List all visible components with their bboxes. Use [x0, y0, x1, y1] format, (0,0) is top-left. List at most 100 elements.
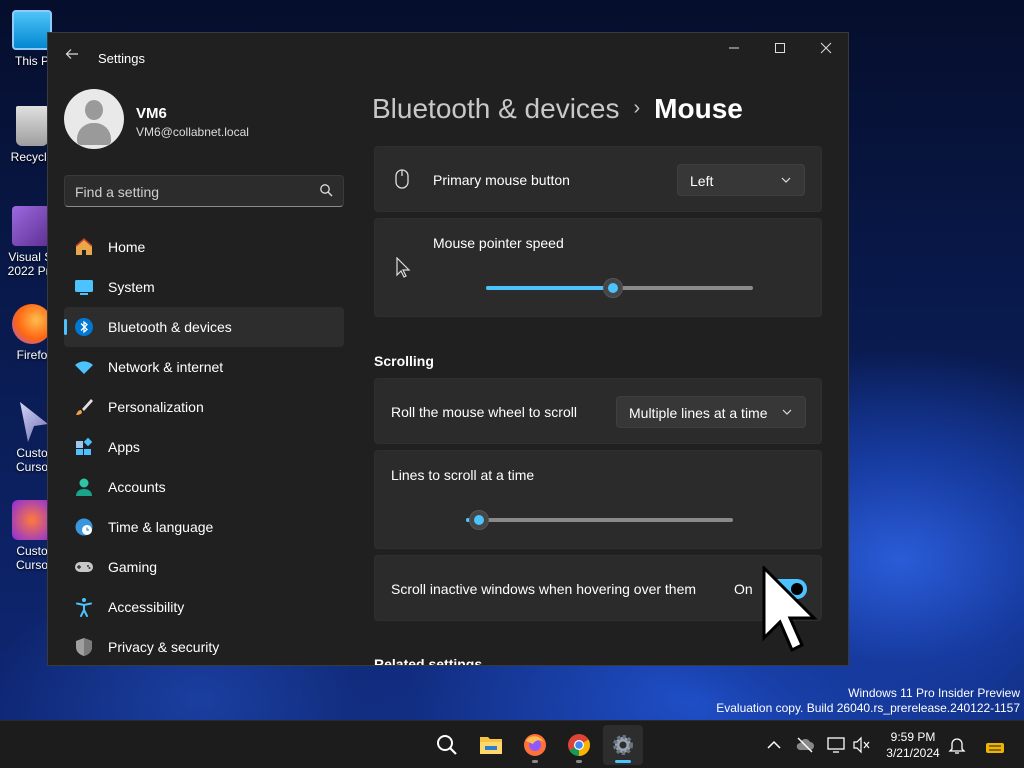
- pointer-speed-label: Mouse pointer speed: [433, 235, 564, 251]
- wifi-icon: [75, 361, 93, 374]
- clock-time: 9:59 PM: [890, 730, 936, 744]
- firefox-icon: [12, 304, 52, 344]
- apps-icon: [76, 437, 93, 455]
- maximize-icon: [775, 43, 785, 53]
- system-icon: [75, 280, 93, 295]
- recycle-bin-icon: [16, 106, 48, 146]
- primary-mouse-button-dropdown[interactable]: Left: [677, 164, 805, 196]
- pointer-icon: [396, 257, 411, 278]
- scroll-inactive-card: Scroll inactive windows when hovering ov…: [374, 555, 822, 621]
- clock[interactable]: 9:59 PM 3/21/2024: [880, 729, 946, 761]
- chrome-icon: [568, 734, 590, 756]
- breadcrumb-parent[interactable]: Bluetooth & devices: [374, 93, 620, 124]
- sidebar-item-label: Apps: [108, 439, 140, 455]
- sidebar-item-time-language[interactable]: Time & language: [64, 507, 344, 547]
- visual-studio-icon: [12, 206, 52, 246]
- maximize-button[interactable]: [764, 41, 796, 61]
- sidebar-item-label: Home: [108, 239, 146, 255]
- clock-date: 3/21/2024: [886, 746, 940, 760]
- avatar[interactable]: [64, 89, 124, 149]
- slider-fill: [486, 286, 613, 290]
- chevron-down-icon: [781, 177, 791, 183]
- close-icon: [820, 42, 832, 54]
- taskbar: 9:59 PM 3/21/2024: [0, 720, 1024, 768]
- sidebar-item-privacy-security[interactable]: Privacy & security: [64, 627, 344, 665]
- sidebar-item-label: Privacy & security: [108, 639, 220, 655]
- sidebar-item-bluetooth-devices[interactable]: Bluetooth & devices: [64, 307, 344, 347]
- sidebar-item-label: Accessibility: [108, 599, 185, 615]
- pre-badge-icon: [986, 743, 1004, 753]
- sidebar-item-system[interactable]: System: [64, 267, 344, 307]
- scroll-inactive-label: Scroll inactive windows when hovering ov…: [391, 581, 697, 597]
- back-arrow-icon: [65, 49, 78, 59]
- dropdown-value: Left: [690, 173, 714, 189]
- sidebar-item-accessibility[interactable]: Accessibility: [64, 587, 344, 627]
- slider-thumb[interactable]: [602, 278, 623, 298]
- primary-mouse-button-label: Primary mouse button: [433, 172, 570, 188]
- cursor-app-icon: [12, 500, 52, 540]
- mouse-icon: [395, 169, 409, 189]
- lines-to-scroll-label: Lines to scroll at a time: [391, 467, 535, 483]
- sidebar-item-network-internet[interactable]: Network & internet: [64, 347, 344, 387]
- sidebar-item-label: Network & internet: [108, 359, 224, 375]
- shield-icon: [76, 638, 92, 656]
- breadcrumb-separator: ›: [633, 97, 641, 119]
- user-email: VM6@collabnet.local: [136, 125, 249, 139]
- chevron-up-icon[interactable]: [764, 735, 784, 755]
- sidebar-item-accounts[interactable]: Accounts: [64, 467, 344, 507]
- related-settings-title: Related settings: [374, 656, 483, 666]
- sidebar-item-label: System: [108, 279, 155, 295]
- minimize-icon: [729, 47, 739, 49]
- sidebar-item-label: Accounts: [108, 479, 166, 495]
- volume-muted-icon[interactable]: [852, 735, 872, 755]
- minimize-button[interactable]: [718, 41, 750, 61]
- os-watermark: Windows 11 Pro Insider Preview Evaluatio…: [716, 686, 1020, 716]
- gear-icon: [613, 735, 633, 755]
- watermark-line-1: Windows 11 Pro Insider Preview: [848, 686, 1020, 700]
- close-button[interactable]: [810, 41, 842, 61]
- cursor-app-icon: [20, 402, 48, 442]
- settings-window: Settings VM6 VM6@collabnet.local Home Sy…: [47, 32, 849, 666]
- slider-thumb[interactable]: [469, 510, 490, 530]
- roll-wheel-dropdown[interactable]: Multiple lines at a time: [616, 396, 806, 428]
- taskbar-settings[interactable]: [603, 725, 643, 765]
- sidebar-item-apps[interactable]: Apps: [64, 427, 344, 467]
- toggle-state-label: On: [734, 581, 753, 597]
- dropdown-value: Multiple lines at a time: [629, 405, 768, 421]
- search-box[interactable]: [64, 175, 344, 207]
- sidebar-item-home[interactable]: Home: [64, 227, 344, 267]
- page-title: Mouse: [654, 93, 743, 124]
- taskbar-chrome[interactable]: [559, 725, 599, 765]
- bluetooth-icon: [75, 318, 93, 336]
- firefox-icon: [524, 734, 546, 756]
- lines-to-scroll-slider[interactable]: [466, 510, 733, 530]
- roll-wheel-label: Roll the mouse wheel to scroll: [391, 404, 577, 420]
- chevron-down-icon: [782, 409, 792, 415]
- breadcrumb: Bluetooth & devices › Mouse: [374, 93, 743, 125]
- title-bar[interactable]: Settings: [48, 33, 848, 81]
- cloud-off-icon[interactable]: [795, 735, 815, 755]
- globe-clock-icon: [75, 518, 93, 536]
- taskbar-search-button[interactable]: [427, 725, 467, 765]
- primary-mouse-button-card: Primary mouse button Left: [374, 146, 822, 212]
- bell-icon[interactable]: [947, 735, 967, 755]
- folder-icon: [480, 737, 502, 754]
- network-icon[interactable]: [826, 735, 846, 755]
- taskbar-file-explorer[interactable]: [471, 725, 511, 765]
- sidebar-item-personalization[interactable]: Personalization: [64, 387, 344, 427]
- back-button[interactable]: [60, 47, 84, 67]
- user-name: VM6: [136, 105, 167, 122]
- pointer-speed-card: Mouse pointer speed: [374, 218, 822, 317]
- home-icon: [75, 238, 93, 255]
- watermark-line-2: Evaluation copy. Build 26040.rs_prerelea…: [716, 701, 1020, 715]
- sidebar-nav: Home System Bluetooth & devices Network …: [64, 227, 344, 665]
- sidebar-item-label: Bluetooth & devices: [108, 319, 232, 335]
- pointer-speed-slider[interactable]: [486, 278, 753, 298]
- search-icon[interactable]: [319, 183, 333, 197]
- accounts-icon: [76, 478, 92, 496]
- sidebar-item-gaming[interactable]: Gaming: [64, 547, 344, 587]
- sidebar-item-label: Gaming: [108, 559, 158, 575]
- taskbar-firefox[interactable]: [515, 725, 555, 765]
- search-input[interactable]: [75, 182, 305, 202]
- gamepad-icon: [75, 562, 93, 572]
